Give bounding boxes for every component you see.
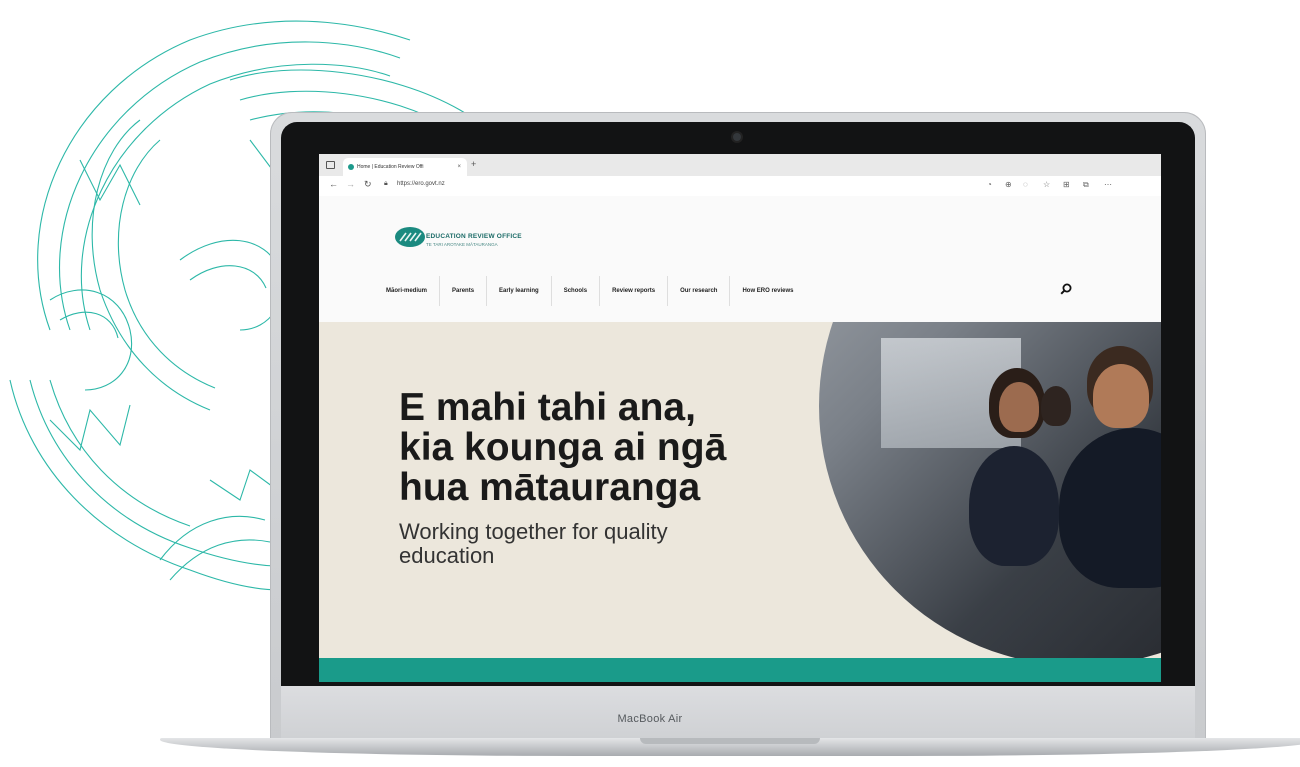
student-face xyxy=(1093,364,1149,428)
hero-heading: E mahi tahi ana, kia kounga ai ngā hua m… xyxy=(399,386,727,509)
extensions-icon[interactable]: ◌ xyxy=(1023,180,1028,189)
students-photo xyxy=(819,322,1161,658)
favicon-icon xyxy=(348,164,354,170)
student-figure xyxy=(1041,386,1071,426)
nav-review-reports[interactable]: Review reports xyxy=(600,276,669,306)
student-figure xyxy=(969,446,1059,566)
teal-footer-band xyxy=(319,658,1161,682)
more-menu-icon[interactable]: ⋯ xyxy=(1104,180,1112,189)
read-aloud-icon[interactable]: ◔ xyxy=(987,180,992,189)
nav-maori-medium[interactable]: Māori-medium xyxy=(374,276,441,306)
laptop-brand-label: MacBook Air xyxy=(617,713,683,725)
laptop-hinge-notch xyxy=(640,738,820,744)
address-bar xyxy=(319,176,1161,197)
logo-title: EDUCATION REVIEW OFFICE xyxy=(426,233,522,240)
nav-our-research[interactable]: Our research xyxy=(668,276,731,306)
webcam-icon xyxy=(733,133,741,141)
zoom-icon[interactable]: ⊕ xyxy=(1005,180,1012,189)
browser-screen: Home | Education Review Offi × + ← → ↻ 🔒… xyxy=(319,154,1161,682)
favorites-icon[interactable]: ☆ xyxy=(1043,180,1050,189)
new-tab-button[interactable]: + xyxy=(471,159,476,169)
refresh-icon[interactable]: ↻ xyxy=(364,179,372,190)
search-icon[interactable] xyxy=(1060,283,1072,295)
nav-early-learning[interactable]: Early learning xyxy=(487,276,552,306)
lock-icon[interactable]: 🔒︎ xyxy=(384,180,388,188)
close-tab-icon[interactable]: × xyxy=(457,164,461,170)
nav-how-ero-reviews[interactable]: How ERO reviews xyxy=(730,276,805,306)
logo-subtitle: TE TARI AROTAKE MĀTAURANGA xyxy=(426,242,498,247)
nav-schools[interactable]: Schools xyxy=(552,276,601,306)
tab-title: Home | Education Review Offi xyxy=(357,164,424,170)
profile-icon[interactable]: ⧉ xyxy=(1083,180,1089,190)
main-nav: Māori-medium Parents Early learning Scho… xyxy=(374,274,805,308)
hero-banner: E mahi tahi ana, kia kounga ai ngā hua m… xyxy=(319,322,1161,658)
forward-icon[interactable]: → xyxy=(346,179,355,189)
student-figure xyxy=(1059,428,1161,588)
nav-parents[interactable]: Parents xyxy=(440,276,488,306)
collections-icon[interactable]: ⊞ xyxy=(1063,180,1070,189)
browser-tab[interactable]: Home | Education Review Offi × xyxy=(343,158,467,176)
window-icon[interactable] xyxy=(326,161,335,169)
hero-subheading: Working together for quality education xyxy=(399,519,668,568)
tab-bar: Home | Education Review Offi × + xyxy=(319,154,1161,176)
student-face xyxy=(999,382,1039,432)
url-field[interactable]: https://ero.govt.nz xyxy=(397,181,445,187)
ero-logo[interactable] xyxy=(394,226,426,248)
laptop-chin xyxy=(281,686,1195,738)
back-icon[interactable]: ← xyxy=(329,179,338,189)
